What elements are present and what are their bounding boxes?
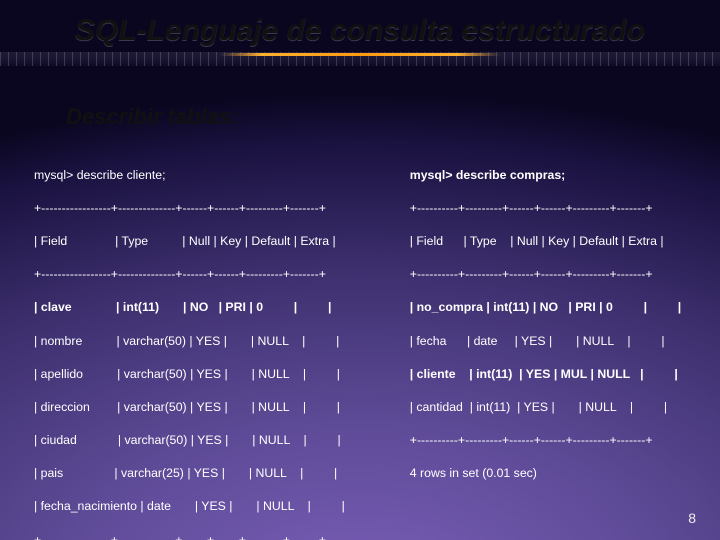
left-row-6: | fecha_nacimiento | date | YES | | NULL… xyxy=(34,499,345,513)
right-prompt: mysql> describe compras; xyxy=(410,168,566,182)
right-row-0: | no_compra | int(11) | NO | PRI | 0 | | xyxy=(410,300,681,314)
right-footer: 4 rows in set (0.01 sec) xyxy=(410,466,537,480)
left-row-1: | nombre | varchar(50) | YES | | NULL | … xyxy=(34,334,339,348)
left-sep-top: +-----------------+--------------+------… xyxy=(34,201,326,215)
right-describe-block: mysql> describe compras; +----------+---… xyxy=(410,150,696,540)
left-describe-block: mysql> describe cliente; +--------------… xyxy=(34,150,392,540)
right-row-1: | fecha | date | YES | | NULL | | xyxy=(410,334,665,348)
left-row-2: | apellido | varchar(50) | YES | | NULL … xyxy=(34,367,340,381)
right-row-2: | cliente | int(11) | YES | MUL | NULL |… xyxy=(410,367,678,381)
right-sep-mid: +----------+---------+------+------+----… xyxy=(410,267,653,281)
left-sep-bot: +-----------------+--------------+------… xyxy=(34,533,326,540)
left-row-0: | clave | int(11) | NO | PRI | 0 | | xyxy=(34,300,331,314)
left-row-3: | direccion | varchar(50) | YES | | NULL… xyxy=(34,400,340,414)
slide-title: SQL-Lenguaje de consulta estructurado xyxy=(40,14,680,49)
left-sep-mid: +-----------------+--------------+------… xyxy=(34,267,326,281)
right-sep-bot: +----------+---------+------+------+----… xyxy=(410,433,653,447)
title-underline xyxy=(220,53,500,56)
left-row-5: | pais | varchar(25) | YES | | NULL | | xyxy=(34,466,337,480)
slide-subtitle: Describir tablas: xyxy=(66,104,238,130)
right-header: | Field | Type | Null | Key | Default | … xyxy=(410,234,664,248)
right-sep-top: +----------+---------+------+------+----… xyxy=(410,201,653,215)
page-number: 8 xyxy=(688,510,696,526)
slide: SQL-Lenguaje de consulta estructurado De… xyxy=(0,0,720,540)
left-header: | Field | Type | Null | Key | Default | … xyxy=(34,234,336,248)
left-prompt: mysql> describe cliente; xyxy=(34,168,166,182)
body-columns: mysql> describe cliente; +--------------… xyxy=(34,150,696,540)
left-row-4: | ciudad | varchar(50) | YES | | NULL | … xyxy=(34,433,341,447)
right-row-3: | cantidad | int(11) | YES | | NULL | | xyxy=(410,400,667,414)
title-area: SQL-Lenguaje de consulta estructurado xyxy=(0,8,720,56)
